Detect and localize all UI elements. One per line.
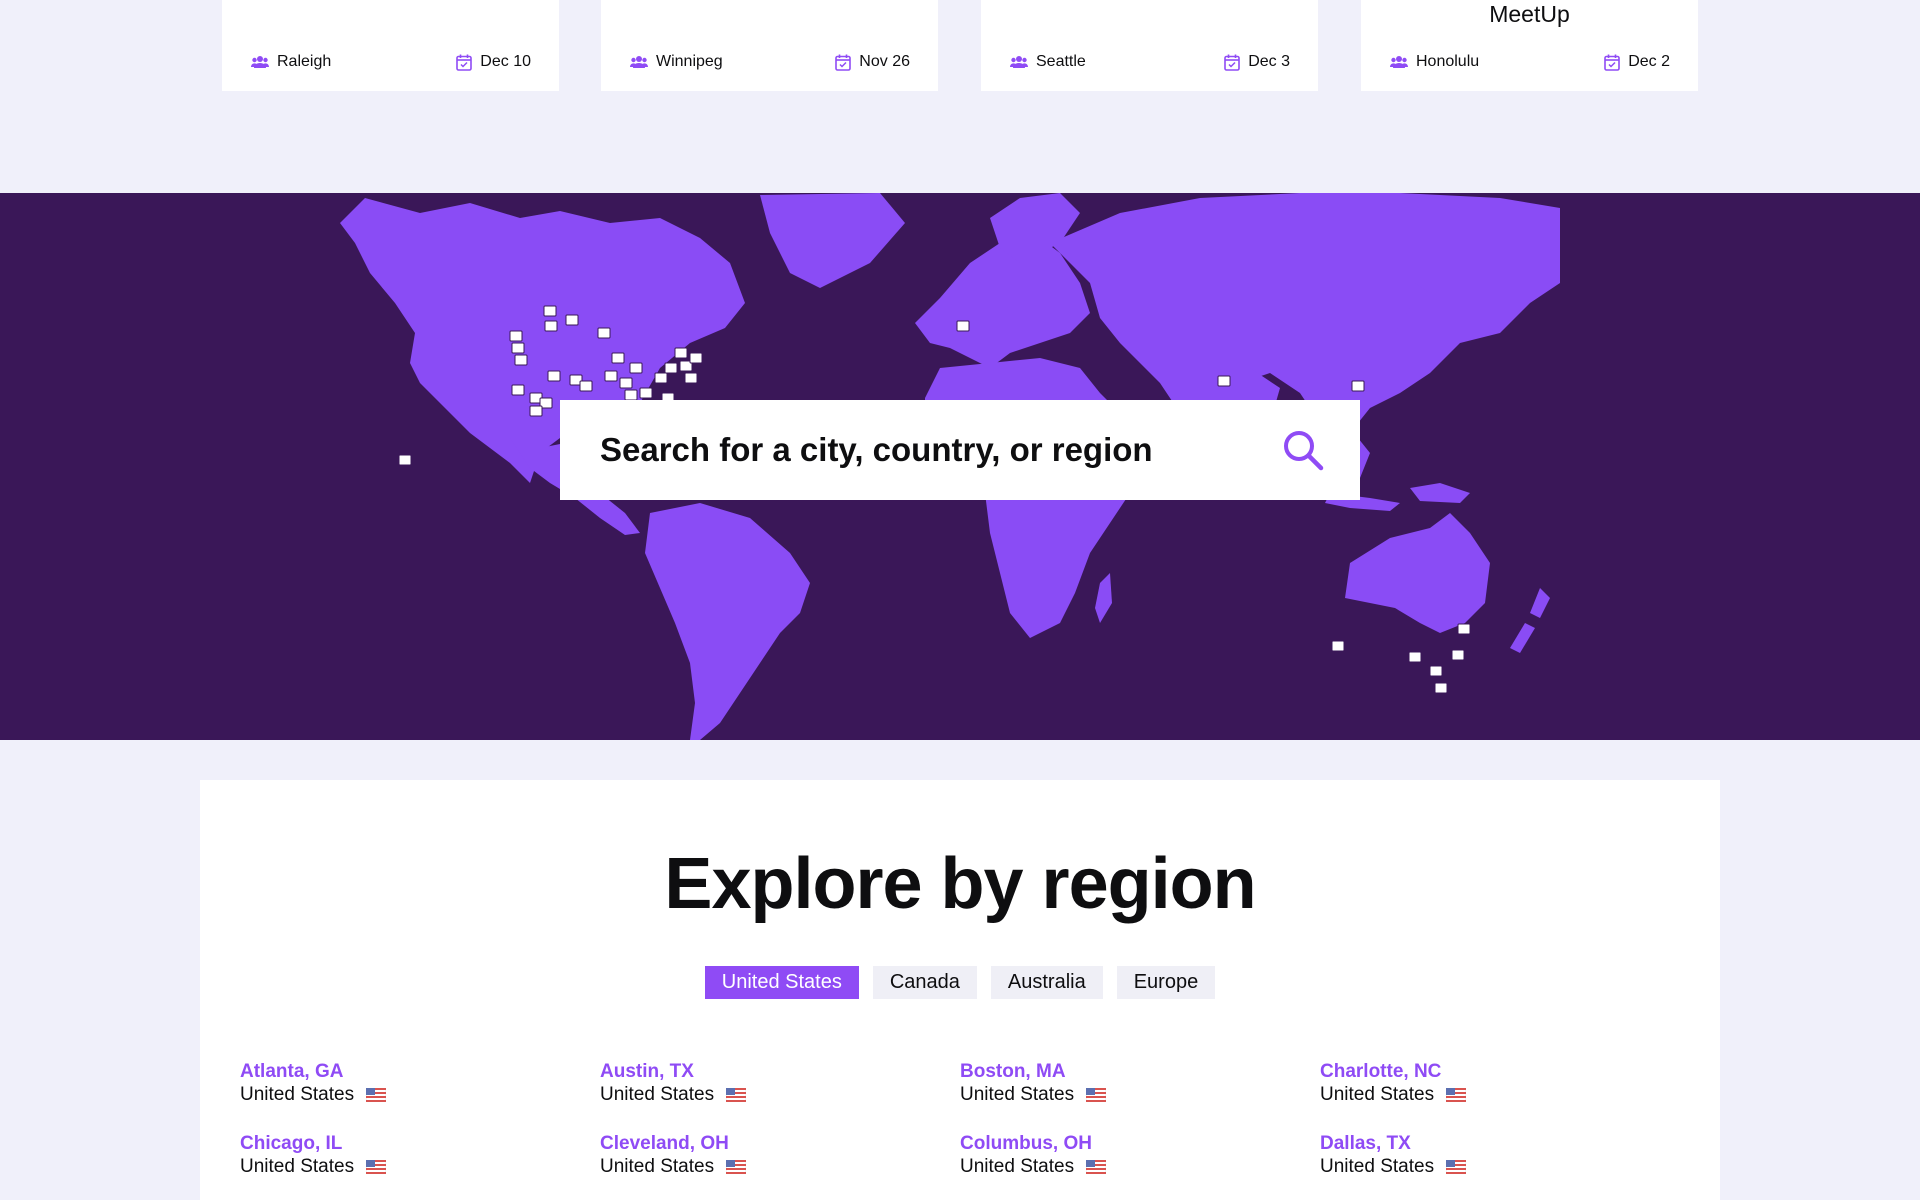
calendar-icon xyxy=(835,54,852,71)
group-icon xyxy=(630,56,648,68)
event-card[interactable]: Seattle Dec 3 xyxy=(981,0,1318,91)
city-grid: Atlanta, GA United States Austin, TX Uni… xyxy=(240,1060,1680,1179)
event-city: Raleigh xyxy=(277,53,332,70)
group-icon xyxy=(1010,56,1028,68)
city-link[interactable]: Cleveland, OH xyxy=(600,1132,960,1155)
city-link[interactable]: Chicago, IL xyxy=(240,1132,600,1155)
event-date: Dec 2 xyxy=(1628,53,1670,70)
city-country: United States xyxy=(1320,1156,1435,1177)
us-flag-icon xyxy=(1086,1088,1107,1102)
city-item: Dallas, TX United States xyxy=(1320,1132,1680,1179)
group-icon xyxy=(251,56,269,68)
city-country: United States xyxy=(960,1156,1075,1177)
event-date: Nov 26 xyxy=(859,53,910,70)
search-input[interactable] xyxy=(600,431,1281,469)
city-item: Charlotte, NC United States xyxy=(1320,1060,1680,1107)
city-country: United States xyxy=(600,1084,715,1105)
event-date: Dec 3 xyxy=(1248,53,1290,70)
region-tabs: United States Canada Australia Europe xyxy=(200,966,1720,999)
tab-canada[interactable]: Canada xyxy=(872,966,977,999)
event-card-title: MeetUp xyxy=(1489,1,1570,27)
city-item: Boston, MA United States xyxy=(960,1060,1320,1107)
us-flag-icon xyxy=(726,1160,747,1174)
search-bar[interactable] xyxy=(560,400,1360,500)
event-date: Dec 10 xyxy=(480,53,531,70)
city-country: United States xyxy=(600,1156,715,1177)
calendar-icon xyxy=(1224,54,1241,71)
tab-europe[interactable]: Europe xyxy=(1116,966,1216,999)
city-item: Cleveland, OH United States xyxy=(600,1132,960,1179)
city-item: Columbus, OH United States xyxy=(960,1132,1320,1179)
search-icon xyxy=(1284,431,1324,471)
us-flag-icon xyxy=(1446,1088,1467,1102)
calendar-icon xyxy=(1604,54,1621,71)
city-link[interactable]: Boston, MA xyxy=(960,1060,1320,1083)
us-flag-icon xyxy=(366,1160,387,1174)
event-card[interactable]: Winnipeg Nov 26 xyxy=(601,0,938,91)
explore-by-region-panel: Explore by region United States Canada A… xyxy=(200,780,1720,1200)
city-link[interactable]: Columbus, OH xyxy=(960,1132,1320,1155)
calendar-icon xyxy=(456,54,473,71)
event-cards-section: Raleigh Dec 10 Winnipeg Nov 26 Seattle D… xyxy=(0,0,1920,193)
us-flag-icon xyxy=(1086,1160,1107,1174)
tab-australia[interactable]: Australia xyxy=(990,966,1103,999)
city-country: United States xyxy=(240,1156,355,1177)
search-button[interactable] xyxy=(1281,428,1325,472)
city-item: Atlanta, GA United States xyxy=(240,1060,600,1107)
event-city: Winnipeg xyxy=(656,53,723,70)
city-link[interactable]: Dallas, TX xyxy=(1320,1132,1680,1155)
city-link[interactable]: Atlanta, GA xyxy=(240,1060,600,1083)
event-city: Seattle xyxy=(1036,53,1086,70)
city-country: United States xyxy=(960,1084,1075,1105)
event-card[interactable]: Raleigh Dec 10 xyxy=(222,0,559,91)
us-flag-icon xyxy=(726,1088,747,1102)
event-card[interactable]: MeetUp Honolulu Dec 2 xyxy=(1361,0,1698,91)
group-icon xyxy=(1390,56,1408,68)
city-link[interactable]: Charlotte, NC xyxy=(1320,1060,1680,1083)
event-city: Honolulu xyxy=(1416,53,1480,70)
explore-title: Explore by region xyxy=(664,844,1256,924)
us-flag-icon xyxy=(1446,1160,1467,1174)
world-map-hero xyxy=(0,193,1920,740)
city-item: Chicago, IL United States xyxy=(240,1132,600,1179)
city-item: Austin, TX United States xyxy=(600,1060,960,1107)
city-country: United States xyxy=(240,1084,355,1105)
city-link[interactable]: Austin, TX xyxy=(600,1060,960,1083)
us-flag-icon xyxy=(366,1088,387,1102)
city-country: United States xyxy=(1320,1084,1435,1105)
tab-united-states[interactable]: United States xyxy=(704,966,859,999)
